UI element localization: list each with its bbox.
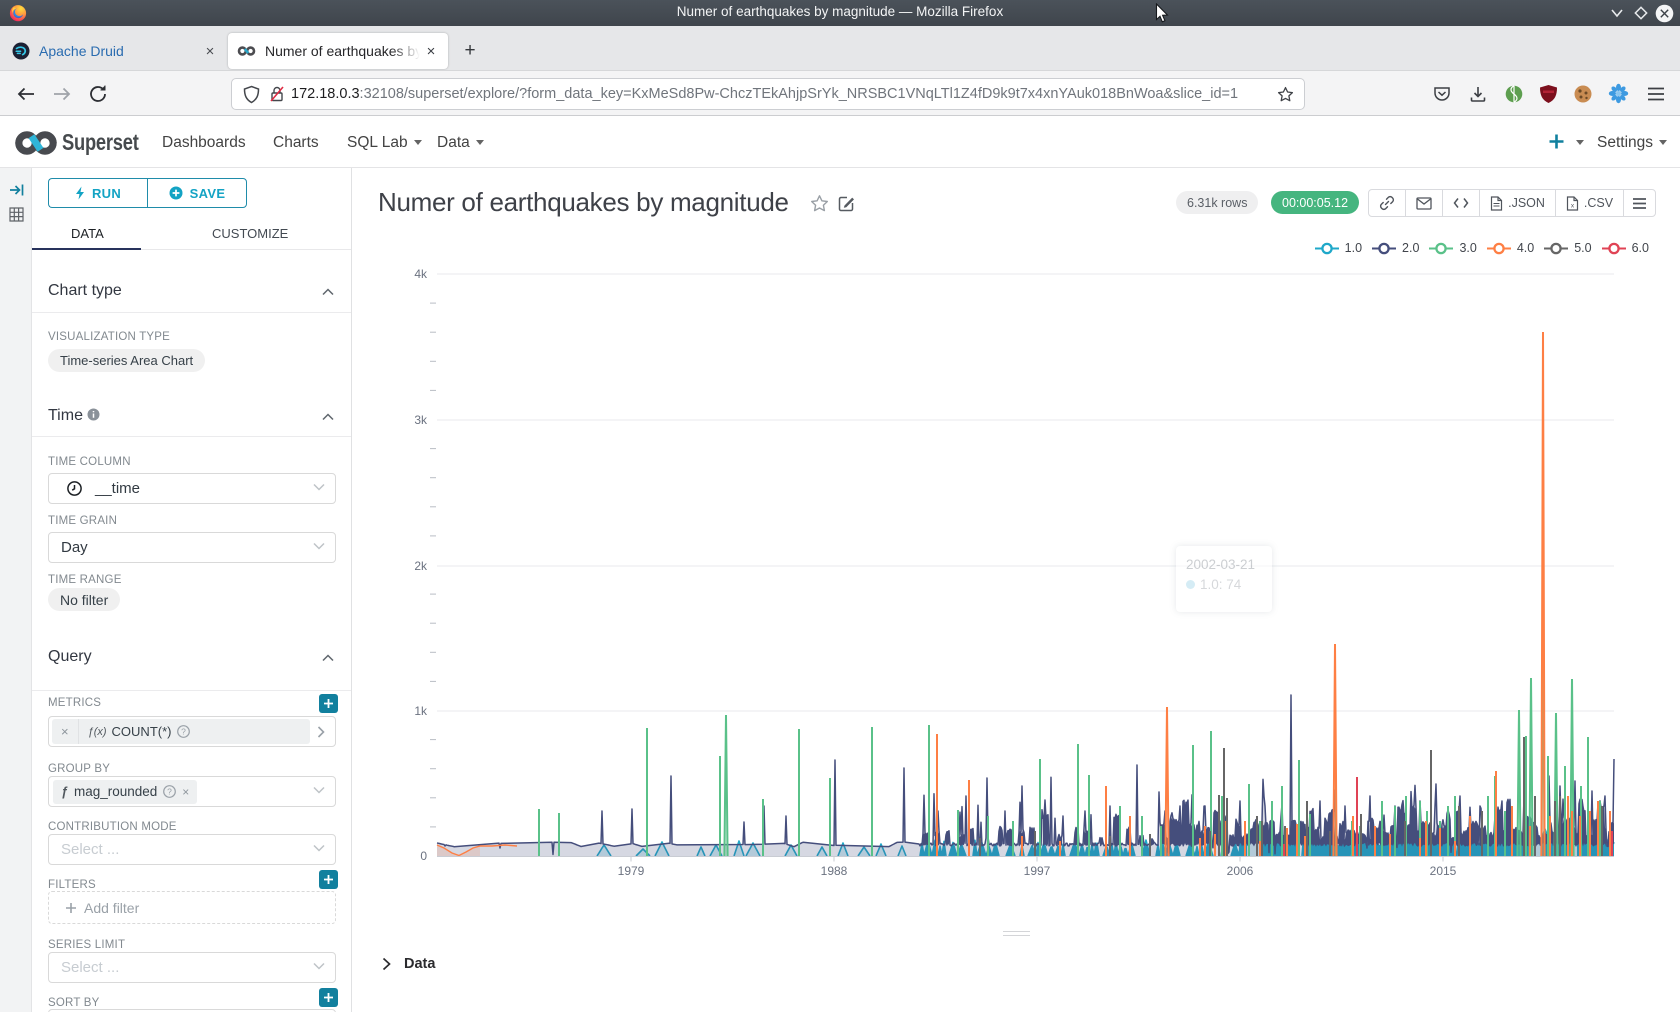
svg-text:1979: 1979 (618, 864, 645, 878)
svg-text:2015: 2015 (1430, 864, 1457, 878)
svg-text:1997: 1997 (1024, 864, 1051, 878)
svg-text:?: ? (182, 726, 187, 736)
svg-text:4k: 4k (414, 267, 428, 281)
svg-text:0: 0 (420, 849, 427, 863)
svg-text:1988: 1988 (821, 864, 848, 878)
svg-text:1k: 1k (414, 704, 428, 718)
svg-text:3k: 3k (414, 413, 428, 427)
svg-text:2k: 2k (414, 559, 428, 573)
svg-text:?: ? (167, 786, 172, 796)
svg-text:2006: 2006 (1227, 864, 1254, 878)
